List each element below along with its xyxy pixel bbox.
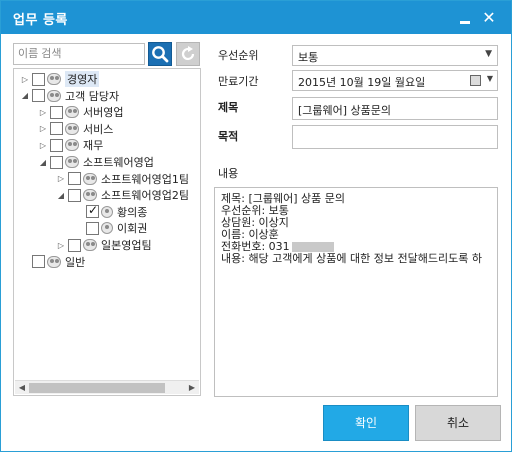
- due-date-label: 만료기간: [218, 75, 259, 88]
- group-icon: [65, 139, 79, 152]
- priority-label: 우선순위: [218, 49, 259, 62]
- tree-item-label: 소프트웨어영업: [83, 156, 154, 169]
- expand-arrow-icon[interactable]: ▷: [38, 124, 48, 133]
- task-register-dialog: 업무 등록 ✕ ▷경영자◢고객 담당자▷서버영업▷서비스▷재무◢소프트웨어영업▷…: [0, 0, 512, 452]
- tree-checkbox[interactable]: [68, 188, 81, 202]
- window-title: 업무 등록: [13, 13, 68, 28]
- subject-input[interactable]: [그룹웨어] 상품문의: [292, 97, 498, 120]
- tree-checkbox[interactable]: [50, 105, 63, 119]
- refresh-icon: [181, 46, 195, 61]
- tree-item-label: 일반: [65, 255, 86, 269]
- tree-item-label: 일본영업팀: [101, 239, 152, 252]
- content-line-text: 내용: 해당 고객에게 상품에 대한 정보 전달해드리도록 하: [221, 252, 482, 265]
- due-date-value: 2015년 10월 19일 월요일: [298, 76, 426, 89]
- tree-checkbox[interactable]: [50, 155, 63, 169]
- tree-group-item[interactable]: ▷ 서비스: [38, 121, 113, 137]
- expand-arrow-icon[interactable]: ▷: [38, 108, 48, 117]
- content-line: 내용: 해당 고객에게 상품에 대한 정보 전달해드리도록 하: [221, 253, 491, 265]
- search-icon: [152, 46, 169, 63]
- minimize-icon[interactable]: [455, 8, 475, 28]
- priority-value: 보통: [298, 51, 319, 64]
- subject-value: [그룹웨어] 상품문의: [298, 104, 392, 117]
- group-icon: [65, 122, 79, 135]
- expand-arrow-icon[interactable]: ▷: [20, 75, 30, 84]
- tree-item-label: 이회권: [117, 222, 148, 236]
- tree-group-item[interactable]: ◢ 소프트웨어영업2팀: [56, 187, 189, 203]
- group-icon: [65, 106, 79, 119]
- tree-item-label: 고객 담당자: [65, 89, 120, 103]
- cancel-button[interactable]: 취소: [415, 405, 501, 441]
- expand-arrow-icon[interactable]: ▷: [56, 174, 66, 183]
- priority-select[interactable]: 보통 ▼: [292, 45, 498, 66]
- collapse-arrow-icon[interactable]: ◢: [20, 91, 30, 100]
- tree-item-label: 재무: [83, 139, 104, 153]
- chevron-down-icon[interactable]: ▼: [487, 74, 493, 83]
- refresh-button[interactable]: [176, 42, 200, 66]
- group-icon: [47, 73, 61, 85]
- tree-group-item[interactable]: ◢ 소프트웨어영업: [38, 154, 154, 170]
- org-tree[interactable]: ▷ 경영자 ◢ 고객 담당자 ▷ 서버영업 ▷ 서비스 ▷ 재무 ◢ 소프트웨어영업 ▷ 소프트웨어영업1…: [13, 68, 201, 396]
- scroll-right-icon[interactable]: ▶: [185, 381, 199, 395]
- group-icon: [47, 89, 61, 102]
- group-icon: [47, 255, 61, 268]
- tree-group-item[interactable]: ▷ 일본영업팀: [56, 237, 152, 253]
- tree-group-item[interactable]: ▷ 소프트웨어영업1팀: [56, 171, 189, 187]
- tree-group-item[interactable]: 일반: [20, 254, 85, 270]
- tree-item-label: 황의종: [117, 205, 148, 219]
- tree-item-label: 소프트웨어영업1팀: [101, 172, 189, 186]
- purpose-label: 목적: [218, 130, 239, 143]
- scroll-left-icon[interactable]: ◀: [15, 381, 29, 395]
- tree-item-label: 소프트웨어영업2팀: [101, 189, 189, 203]
- purpose-input[interactable]: [292, 125, 498, 149]
- tree-checkbox[interactable]: [68, 172, 81, 186]
- user-icon: [101, 222, 113, 235]
- redacted-phone-blur: [291, 242, 334, 252]
- due-date-picker[interactable]: 2015년 10월 19일 월요일 ▼: [292, 70, 498, 91]
- tree-item-label: 서버영업: [83, 106, 124, 120]
- user-icon: [101, 205, 113, 218]
- confirm-button[interactable]: 확인: [323, 405, 409, 441]
- name-search-input[interactable]: [13, 43, 145, 65]
- close-icon[interactable]: ✕: [479, 8, 499, 28]
- tree-checkbox[interactable]: [50, 138, 63, 152]
- title-bar[interactable]: 업무 등록 ✕: [1, 1, 511, 34]
- tree-group-item[interactable]: ▷ 재무: [38, 137, 103, 153]
- group-icon: [83, 189, 97, 202]
- group-icon: [83, 239, 97, 251]
- tree-item-label: 서비스: [83, 122, 114, 136]
- group-icon: [65, 156, 79, 168]
- horizontal-scrollbar[interactable]: ◀ ▶: [15, 380, 199, 394]
- tree-group-item[interactable]: ◢ 고객 담당자: [20, 88, 119, 104]
- search-button[interactable]: [148, 42, 172, 66]
- expand-arrow-icon[interactable]: ▷: [56, 241, 66, 250]
- tree-item-label: 경영자: [65, 71, 100, 87]
- scroll-thumb[interactable]: [29, 383, 165, 393]
- tree-group-item[interactable]: ▷ 경영자: [20, 71, 100, 87]
- calendar-icon[interactable]: [470, 75, 481, 86]
- chevron-down-icon: ▼: [485, 49, 492, 59]
- tree-user-item[interactable]: 황의종: [74, 203, 148, 220]
- tree-checkbox[interactable]: [86, 221, 99, 235]
- content-label: 내용: [218, 167, 239, 180]
- collapse-arrow-icon[interactable]: ◢: [38, 158, 48, 167]
- subject-label: 제목: [218, 101, 239, 114]
- tree-checkbox[interactable]: [68, 238, 81, 252]
- tree-checkbox[interactable]: [32, 89, 45, 103]
- group-icon: [83, 172, 97, 185]
- tree-checkbox[interactable]: [86, 203, 99, 219]
- tree-group-item[interactable]: ▷ 서버영업: [38, 104, 123, 120]
- tree-checkbox[interactable]: [32, 72, 45, 86]
- expand-arrow-icon[interactable]: ▷: [38, 141, 48, 150]
- collapse-arrow-icon[interactable]: ◢: [56, 191, 66, 200]
- tree-checkbox[interactable]: [50, 122, 63, 136]
- tree-user-item[interactable]: 이회권: [74, 220, 147, 236]
- tree-checkbox[interactable]: [32, 255, 45, 269]
- content-textarea[interactable]: 제목: [그룹웨어] 상품 문의 우선순위: 보통 상담원: 이상지 이름: 이상훈 전…: [214, 187, 498, 397]
